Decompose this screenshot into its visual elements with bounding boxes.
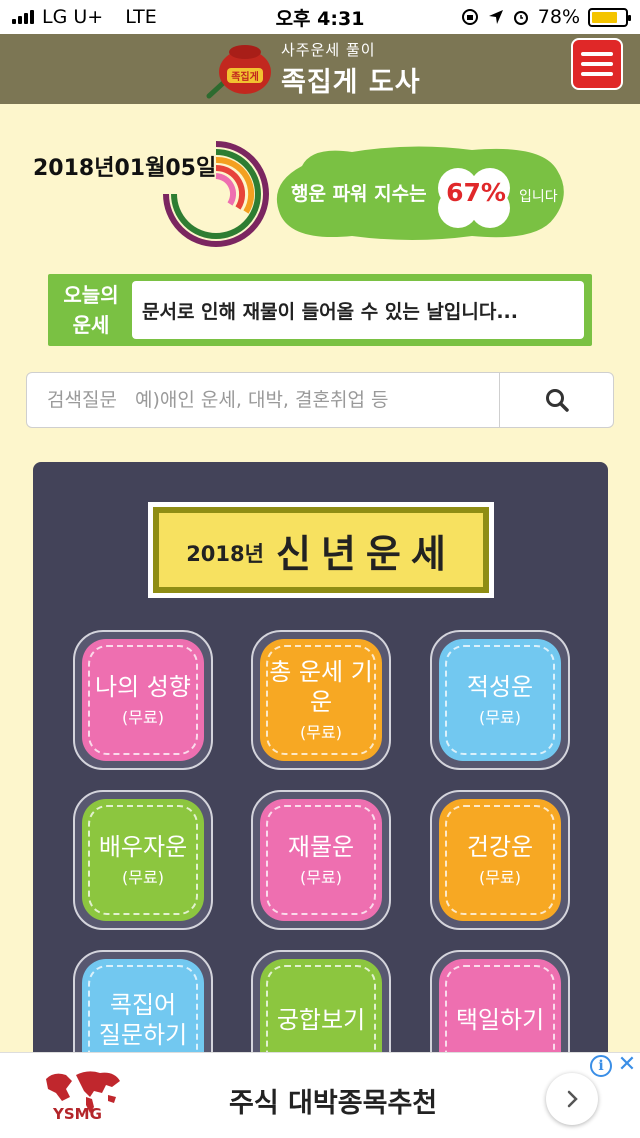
ad-brand: YSMG: [53, 1105, 102, 1123]
status-bar: LG U+ LTE 오후 4:31 78%: [0, 0, 640, 34]
location-arrow-icon: [488, 10, 503, 24]
menu-tile-spouse[interactable]: 배우자운 (무료): [73, 790, 213, 930]
tile-label: 콕집어: [109, 991, 177, 1019]
logo-badge: 족집게: [231, 70, 259, 83]
tile-label: 적성운: [466, 673, 534, 701]
clock: 오후 4:31: [275, 7, 365, 30]
carrier-name: LG U+: [42, 6, 104, 28]
luck-percent: 67%: [446, 178, 506, 207]
app-header: 족집게 사주운세 풀이 족집게 도사: [0, 34, 640, 104]
orientation-lock-icon: [461, 9, 478, 25]
tile-label: 궁합보기: [276, 1006, 366, 1034]
search-input[interactable]: [27, 373, 499, 427]
tile-label: 배우자운: [98, 833, 188, 861]
tile-label: 나의 성향: [95, 673, 191, 701]
hamburger-icon: [581, 52, 613, 56]
network-type: LTE: [125, 6, 157, 28]
banner-title: 신년운세: [275, 531, 456, 576]
search-icon: [545, 389, 569, 412]
alarm-icon: [513, 11, 528, 25]
today-message[interactable]: 문서로 인해 재물이 들어올 수 있는 날입니다...: [132, 281, 584, 339]
luck-prefix: 행운 파워 지수는: [291, 183, 427, 205]
tile-sub: (무료): [479, 708, 521, 727]
ad-arrow-button[interactable]: [546, 1073, 598, 1125]
luck-suffix: 입니다: [519, 189, 558, 205]
info-icon[interactable]: i: [590, 1055, 612, 1077]
signal-icon: [12, 10, 34, 24]
tile-sub: (무료): [300, 868, 342, 887]
ad-banner[interactable]: YSMG 주식 대박종목추천 i ✕: [0, 1052, 640, 1138]
today-label: 오늘의 운세: [63, 283, 119, 337]
tile-label: 질문하기: [98, 1021, 188, 1049]
today-fortune[interactable]: 오늘의 운세 문서로 인해 재물이 들어올 수 있는 날입니다...: [48, 274, 592, 346]
logo-title: 족집게 도사: [281, 67, 421, 98]
tile-sub: (무료): [479, 868, 521, 887]
chevron-right-icon: [567, 1090, 578, 1108]
menu-tile-health[interactable]: 건강운 (무료): [430, 790, 570, 930]
tile-label: 재물운: [287, 833, 355, 861]
tile-sub: (무료): [122, 868, 164, 887]
new-year-banner[interactable]: 2018년 신년운세: [148, 502, 494, 598]
luck-gauge-icon: [163, 141, 269, 247]
ad-text: 주식 대박종목추천: [229, 1088, 438, 1119]
menu-tile-personality[interactable]: 나의 성향 (무료): [73, 630, 213, 770]
close-icon[interactable]: ✕: [616, 1054, 638, 1077]
search-bar: [26, 372, 614, 428]
menu-tile-overall[interactable]: 총 운세 기운 (무료): [251, 630, 391, 770]
logo[interactable]: 족집게 사주운세 풀이 족집게 도사: [205, 38, 421, 100]
tile-sub: (무료): [300, 723, 342, 742]
battery-percent: 78%: [537, 6, 580, 28]
menu-panel: 2018년 신년운세 나의 성향 (무료) 총 운세 기운 (무료) 적성운 (…: [33, 462, 608, 1138]
banner-year: 2018년: [186, 542, 264, 566]
tile-sub: (무료): [122, 708, 164, 727]
battery-icon: [588, 7, 631, 27]
search-button[interactable]: [499, 373, 613, 427]
menu-tile-aptitude[interactable]: 적성운 (무료): [430, 630, 570, 770]
lucky-pouch-icon: 족집게: [206, 45, 271, 99]
menu-tile-wealth[interactable]: 재물운 (무료): [251, 790, 391, 930]
logo-subtitle: 사주운세 풀이: [281, 41, 376, 59]
tile-label: 택일하기: [455, 1006, 545, 1034]
tile-label: 총 운세 기운: [269, 658, 373, 716]
tile-label: 건강운: [466, 833, 534, 861]
menu-button[interactable]: [571, 38, 623, 90]
